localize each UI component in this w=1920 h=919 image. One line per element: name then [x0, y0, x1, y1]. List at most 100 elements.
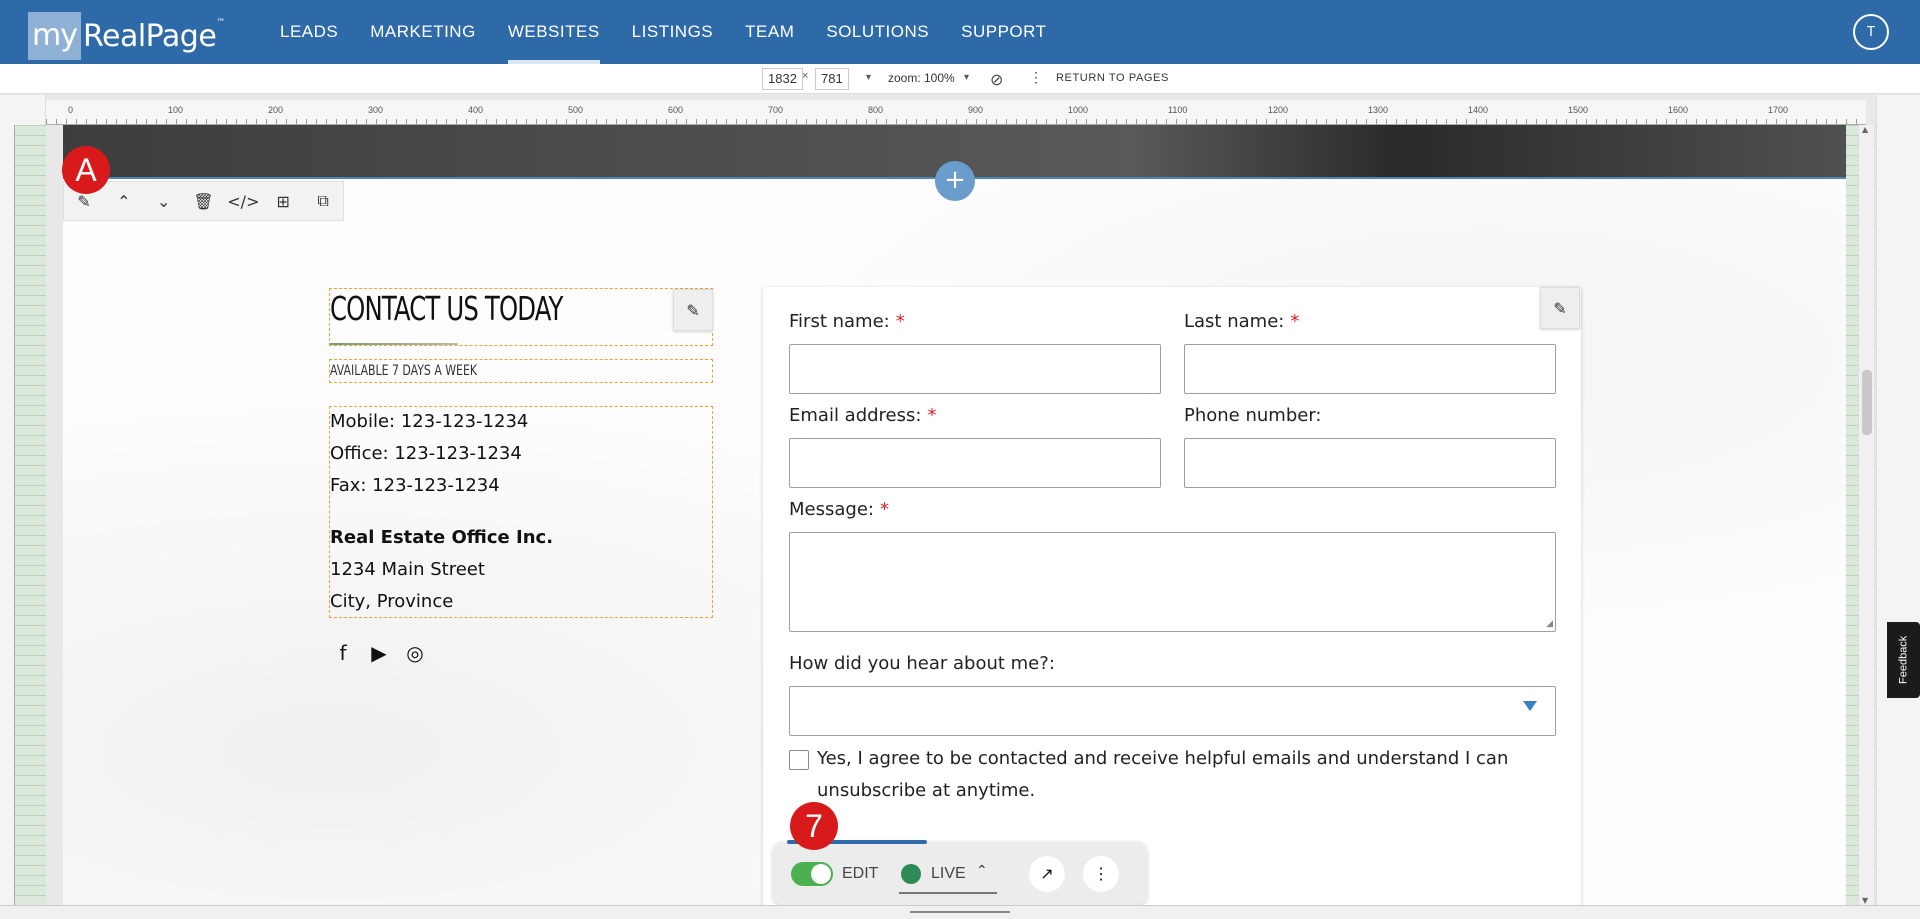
more-options-icon[interactable]: ⋮	[1029, 69, 1043, 86]
office-text: Office: 123-123-1234	[330, 443, 522, 464]
contact-subheading-block[interactable]: AVAILABLE 7 DAYS A WEEK	[329, 359, 713, 383]
contact-heading: CONTACT US TODAY	[330, 289, 563, 328]
social-links: f ▶ ◎	[332, 641, 426, 665]
required-marker: *	[1290, 311, 1300, 332]
scroll-down-icon[interactable]: ▼	[1862, 896, 1868, 905]
chevron-down-icon[interactable]: ⌄	[144, 181, 184, 221]
facebook-icon[interactable]: f	[332, 641, 354, 665]
ruler-tick: 1200	[1268, 105, 1289, 115]
zoom-dropdown[interactable]: zoom: 100%	[888, 71, 955, 85]
delete-icon[interactable]: 🗑	[184, 181, 224, 221]
hear-about-select[interactable]	[789, 686, 1556, 736]
nav-item-solutions[interactable]: SOLUTIONS	[810, 0, 945, 64]
scrollbar-thumb[interactable]	[1862, 370, 1872, 435]
chevron-up-icon[interactable]: ⌃	[104, 181, 144, 221]
section-badge: A	[62, 146, 110, 194]
canvas-width-input[interactable]: 1832	[762, 68, 803, 90]
canvas-height-input[interactable]: 781	[815, 68, 849, 90]
contact-info-block[interactable]: Mobile: 123-123-1234 Office: 123-123-123…	[329, 406, 713, 618]
canvas-scrollbar[interactable]: ▲ ▼	[1858, 125, 1874, 905]
step-badge: 7	[790, 802, 838, 850]
contact-form: ✎ First name: * Last name: * Email address…	[763, 287, 1581, 906]
fax-text: Fax: 123-123-1234	[330, 475, 500, 496]
scroll-up-icon[interactable]: ▲	[1862, 125, 1868, 134]
instagram-icon[interactable]: ◎	[404, 641, 426, 665]
phone-label: Phone number:	[1184, 405, 1322, 426]
email-label: Email address: *	[789, 405, 936, 426]
form-edit-button[interactable]: ✎	[1540, 287, 1580, 329]
logo-trademark: ™	[216, 18, 226, 28]
required-marker: *	[879, 499, 889, 520]
pencil-icon: ✎	[686, 300, 700, 320]
nav-item-marketing[interactable]: MARKETING	[354, 0, 492, 64]
nav-item-websites[interactable]: WEBSITES	[492, 0, 616, 64]
section-toolbar: ✎ ⌃ ⌄ 🗑 </> ⊞ ⧉	[63, 181, 344, 221]
ruler-tick: 1300	[1368, 105, 1389, 115]
ruler-tick: 400	[468, 105, 484, 115]
user-avatar[interactable]: T	[1853, 14, 1889, 50]
resize-handle-icon[interactable]: ◢	[1546, 619, 1553, 629]
mobile-text: Mobile: 123-123-1234	[330, 411, 529, 432]
ruler-tick: 800	[868, 105, 884, 115]
live-label[interactable]: LIVE	[931, 865, 966, 883]
resize-grip[interactable]	[910, 911, 1010, 913]
copy-icon[interactable]: ⧉	[303, 181, 343, 221]
last-name-input[interactable]	[1184, 344, 1556, 394]
chevron-up-icon[interactable]: ⌃	[976, 862, 988, 879]
ruler-tick: 700	[768, 105, 784, 115]
size-preset-dropdown-icon[interactable]: ▾	[866, 72, 871, 83]
feedback-tab[interactable]: Feedback	[1887, 622, 1920, 698]
required-marker: *	[895, 311, 905, 332]
ruler-tick: 1000	[1068, 105, 1089, 115]
editor-toolbar: 1832 × 781 ▾ zoom: 100% ▾ ⊘ ⋮ RETURN TO …	[0, 64, 1920, 94]
email-input[interactable]	[789, 438, 1161, 488]
contact-subheading: AVAILABLE 7 DAYS A WEEK	[330, 363, 478, 379]
youtube-icon[interactable]: ▶	[368, 641, 390, 665]
edit-mode-toggle[interactable]	[791, 862, 833, 886]
myrealpage-logo[interactable]: my RealPage ™	[28, 12, 225, 60]
nav-item-team[interactable]: TEAM	[729, 0, 810, 64]
nav-item-listings[interactable]: LISTINGS	[616, 0, 729, 64]
company-name: Real Estate Office Inc.	[330, 527, 554, 548]
first-name-label: First name: *	[789, 311, 905, 332]
nav-item-support[interactable]: SUPPORT	[945, 0, 1062, 64]
nav-item-leads[interactable]: LEADS	[264, 0, 354, 64]
add-section-button[interactable]: +	[935, 161, 975, 201]
return-to-pages-button[interactable]: RETURN TO PAGES	[1056, 72, 1169, 84]
required-marker: *	[927, 405, 937, 426]
last-name-label-text: Last name:	[1184, 311, 1285, 332]
edit-label: EDIT	[842, 865, 879, 882]
more-actions-button[interactable]: ⋮	[1083, 856, 1119, 892]
page-canvas: + ✎ ⌃ ⌄ 🗑 </> ⊞ ⧉ CONTACT US TODAY ✎ AVA…	[63, 125, 1846, 906]
street-address: 1234 Main Street	[330, 559, 485, 580]
code-icon[interactable]: </>	[223, 181, 263, 221]
ruler-tick: 1700	[1768, 105, 1789, 115]
message-label-text: Message:	[789, 499, 874, 520]
email-label-text: Email address:	[789, 405, 922, 426]
nav-menu: LEADS MARKETING WEBSITES LISTINGS TEAM S…	[264, 0, 1063, 64]
last-name-label: Last name: *	[1184, 311, 1299, 332]
phone-input[interactable]	[1184, 438, 1556, 488]
message-textarea[interactable]: ◢	[789, 532, 1556, 632]
right-panel-edge	[1876, 95, 1920, 910]
first-name-input[interactable]	[789, 344, 1161, 394]
edit-live-bar: EDIT LIVE ⌃ ↗ ⋮	[773, 840, 1147, 905]
toggle-knob	[811, 864, 831, 884]
contact-heading-block[interactable]: CONTACT US TODAY	[329, 288, 713, 346]
more-vert-icon: ⋮	[1093, 866, 1109, 883]
bottom-resize-bar[interactable]	[0, 905, 1920, 919]
rotate-icon[interactable]: ⊘	[990, 70, 1003, 90]
ruler-tick: 1600	[1668, 105, 1689, 115]
open-external-button[interactable]: ↗	[1029, 856, 1065, 892]
zoom-chevron-down-icon[interactable]: ▾	[964, 72, 969, 83]
heading-edit-button[interactable]: ✎	[673, 289, 713, 331]
ruler-tick: 1500	[1568, 105, 1589, 115]
dimension-separator: ×	[802, 70, 809, 82]
ruler-tick: 100	[168, 105, 184, 115]
dropdown-arrow-icon	[1523, 701, 1537, 711]
ruler-tick: 1400	[1468, 105, 1489, 115]
agree-checkbox[interactable]	[789, 750, 809, 770]
vertical-ruler	[14, 125, 46, 910]
ruler-tick: 200	[268, 105, 284, 115]
add-box-icon[interactable]: ⊞	[263, 181, 303, 221]
